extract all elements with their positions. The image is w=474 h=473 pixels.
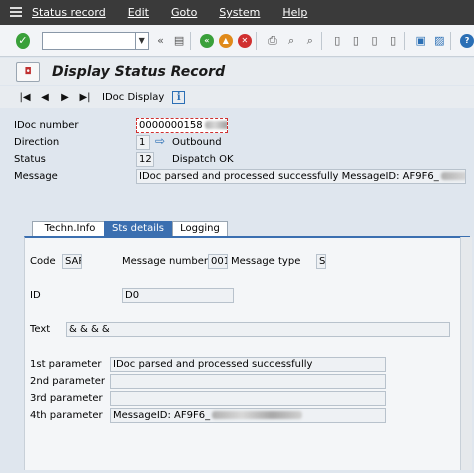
menu-help[interactable]: Help [282,6,307,19]
next-record-icon[interactable]: ▶ [58,92,72,103]
enter-icon[interactable]: ✓ [16,32,30,49]
panel-scrollbar[interactable] [460,237,472,470]
toolbar-separator [320,31,322,50]
param2-label: 2nd parameter [30,376,106,387]
save-icon[interactable]: ▤ [172,33,186,49]
toolbar-separator [189,31,191,50]
code-field: SAP [62,254,82,269]
status-label: Status [14,154,46,165]
message-type-field: S [316,254,326,269]
collapse-command-icon[interactable]: « [154,33,168,49]
redacted-mark [212,411,303,419]
toolbar-separator [404,31,405,50]
previous-record-icon[interactable]: ◀ [38,92,52,103]
status-text: Dispatch OK [172,154,234,165]
find-next-icon[interactable]: ⌕ [303,33,317,49]
menu-bar: Status record Edit Goto System Help [0,0,474,25]
help-icon[interactable]: ? [460,33,474,49]
previous-page-icon[interactable]: ▯ [349,33,363,49]
param1-label: 1st parameter [30,359,102,370]
menu-status-record[interactable]: Status record [32,6,106,19]
param1-field: IDoc parsed and processed successfully [110,357,386,372]
message-value: IDoc parsed and processed successfully M… [139,171,439,182]
param3-field [110,391,386,406]
param4-label: 4th parameter [30,410,103,421]
cancel-icon[interactable]: ✕ [237,33,252,49]
status-code-field: 12 [136,152,154,167]
next-page-icon[interactable]: ▯ [368,33,382,49]
last-record-icon[interactable]: ▶| [78,92,92,103]
exit-icon[interactable]: ▲ [218,33,233,49]
print-icon[interactable]: ⎙ [266,33,280,49]
back-icon[interactable]: « [199,33,214,49]
message-field: IDoc parsed and processed successfully M… [136,169,466,184]
toolbar-separator [450,31,452,50]
direction-text: Outbound [172,137,222,148]
code-label: Code [30,256,56,267]
idoc-display-button[interactable]: IDoc Display [102,92,164,103]
status-details-panel [24,236,470,470]
command-field[interactable] [41,31,136,50]
message-number-label: Message number [122,256,209,267]
text-field: & & & & [66,322,450,337]
redacted-mark [440,172,465,180]
idoc-number-label: IDoc number [14,120,79,131]
application-toolbar: |◀ ◀ ▶ ▶| IDoc Display i [0,86,474,108]
tab-logging[interactable]: Logging [172,221,228,236]
find-icon[interactable]: ⌕ [284,33,298,49]
param2-field [110,374,386,389]
param3-label: 3rd parameter [30,393,103,404]
direction-label: Direction [14,137,60,148]
direction-code-field: 1 [136,135,150,150]
redacted-mark [204,121,227,129]
text-label: Text [30,324,51,335]
tab-sts-details[interactable]: Sts details [104,221,172,236]
shortcut-icon[interactable]: ▨ [433,33,447,49]
toolbar-separator [255,31,257,50]
create-session-icon[interactable]: ▣ [414,33,428,49]
param4-field: MessageID: AF9F6_ [110,408,386,423]
menu-edit[interactable]: Edit [128,6,149,19]
first-page-icon[interactable]: ▯ [330,33,344,49]
menu-goto[interactable]: Goto [171,6,197,19]
message-label: Message [14,171,58,182]
last-page-icon[interactable]: ▯ [386,33,400,49]
tab-techn-info[interactable]: Techn.Info [32,221,108,236]
id-label: ID [30,290,41,301]
message-number-field: 001 [208,254,228,269]
menu-icon[interactable] [8,4,26,22]
info-icon[interactable]: i [172,90,186,104]
standard-toolbar: ✓ ▼ « ▤ « ▲ ✕ ⎙ ⌕ ⌕ ▯ ▯ ▯ ▯ ▣ ▨ ? [0,25,474,57]
outbound-arrow-icon: ⇨ [155,134,166,148]
idoc-number-value: 0000000158 [139,120,203,131]
first-record-icon[interactable]: |◀ [18,92,32,103]
command-dropdown-icon[interactable]: ▼ [134,31,149,50]
status-record-icon: ◘ [16,61,40,82]
title-bar: ◘ Display Status Record [0,58,474,85]
param4-value: MessageID: AF9F6_ [113,410,211,421]
page-title: Display Status Record [52,63,226,80]
id-field: D0 [122,288,234,303]
menu-system[interactable]: System [219,6,260,19]
message-type-label: Message type [231,256,301,267]
idoc-number-field[interactable]: 0000000158 [136,118,228,133]
